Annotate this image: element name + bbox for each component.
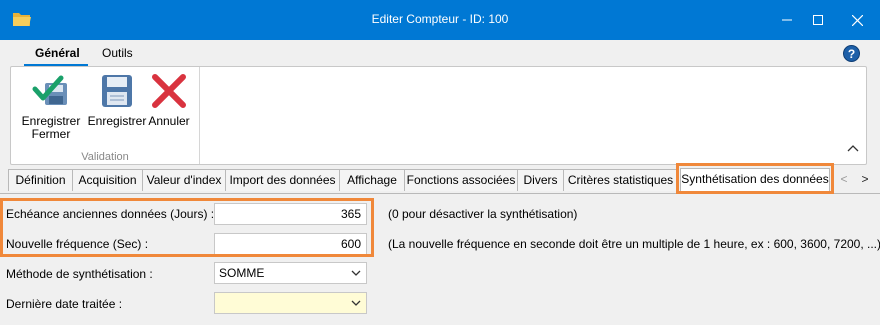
ribbon-group-separator	[199, 67, 200, 164]
ribbon-group-label: Validation	[81, 151, 129, 163]
tab-definition[interactable]: Définition	[8, 169, 73, 191]
methode-select[interactable]: SOMME	[214, 262, 367, 284]
frequence-label: Nouvelle fréquence (Sec) :	[6, 237, 149, 251]
cancel-button[interactable]: Annuler	[147, 69, 191, 145]
close-button[interactable]	[834, 0, 880, 40]
save-close-label-line2: Fermer	[31, 127, 71, 141]
title-bar: Editer Compteur - ID: 100	[0, 0, 880, 40]
minimize-icon	[782, 19, 792, 21]
frequence-hint: (La nouvelle fréquence en seconde doit ê…	[388, 237, 880, 251]
save-button[interactable]: Enregistrer	[85, 69, 149, 145]
tab-criteres-statistiques[interactable]: Critères statistiques	[563, 169, 678, 191]
cancel-label: Annuler	[148, 114, 190, 128]
save-label: Enregistrer	[87, 114, 147, 128]
ribbon-tab-outils[interactable]: Outils	[102, 46, 133, 60]
methode-select-value: SOMME	[219, 266, 265, 280]
tab-affichage[interactable]: Affichage	[339, 169, 405, 191]
chevron-down-icon	[351, 270, 361, 276]
ribbon-tab-bar: Général Outils ?	[0, 40, 880, 66]
save-icon	[102, 75, 132, 107]
maximize-icon	[813, 15, 823, 25]
save-close-icon	[32, 75, 67, 105]
echeance-hint: (0 pour désactiver la synthétisation)	[388, 207, 578, 221]
tab-fonctions-associees[interactable]: Fonctions associées	[404, 169, 518, 191]
derniere-date-picker[interactable]	[214, 292, 367, 314]
tab-content-panel: Echéance anciennes données (Jours) : 365…	[0, 193, 880, 325]
close-icon	[851, 14, 863, 26]
chevron-down-icon	[351, 300, 361, 306]
property-tab-strip: Définition Acquisition Valeur d'index Im…	[0, 168, 880, 193]
derniere-date-label: Dernière date traitée :	[6, 297, 123, 311]
frequence-input[interactable]: 600	[214, 233, 367, 255]
tab-divers[interactable]: Divers	[517, 169, 564, 191]
tab-synthetisation-donnees[interactable]: Synthétisation des données	[680, 168, 830, 192]
tab-scroll-left-icon[interactable]: <	[838, 172, 850, 186]
ribbon-tab-general[interactable]: Général	[35, 46, 80, 60]
tab-acquisition[interactable]: Acquisition	[72, 169, 143, 191]
echeance-label: Echéance anciennes données (Jours) :	[6, 207, 215, 221]
cancel-icon	[152, 74, 186, 108]
window-title: Editer Compteur - ID: 100	[371, 12, 509, 26]
tab-valeur-index[interactable]: Valeur d'index	[142, 169, 226, 191]
echeance-input[interactable]: 365	[214, 203, 367, 225]
tab-import-donnees[interactable]: Import des données	[225, 169, 340, 191]
save-close-button[interactable]: Enregistrer Fermer	[13, 69, 89, 145]
ribbon-panel: Enregistrer Fermer Enregistrer Annuler V…	[10, 66, 867, 165]
tab-scroll-right-icon[interactable]: >	[859, 172, 871, 186]
help-icon[interactable]: ?	[843, 45, 860, 62]
methode-label: Méthode de synthétisation :	[6, 267, 153, 281]
chevron-up-icon[interactable]	[847, 143, 859, 153]
